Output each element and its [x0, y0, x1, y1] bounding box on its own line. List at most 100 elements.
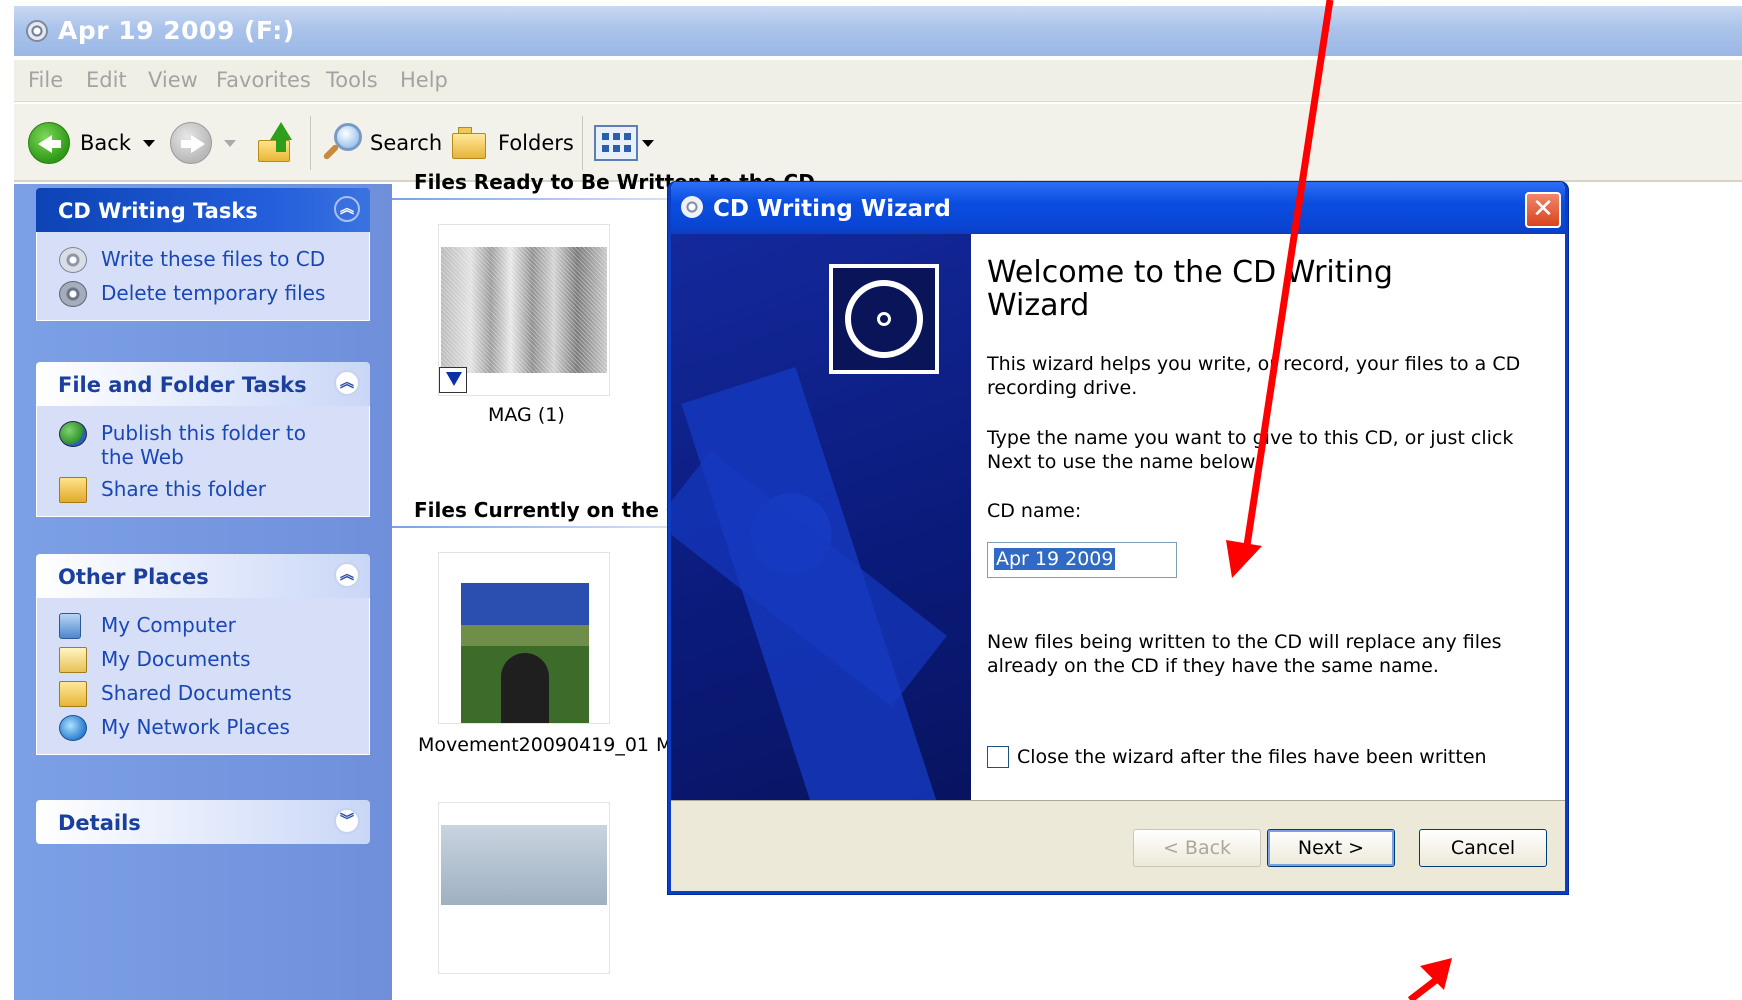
folders-icon	[450, 123, 492, 163]
other-places-group: Other Places ︽ My Computer My Documents …	[36, 554, 370, 755]
cancel-button[interactable]: Cancel	[1419, 829, 1547, 867]
up-folder-icon	[256, 122, 296, 164]
window-title: Apr 19 2009 (F:)	[58, 16, 295, 45]
task-label: Write these files to CD	[101, 247, 326, 271]
cd-writing-tasks-body: Write these files to CD Delete temporary…	[36, 232, 370, 321]
place-label: My Documents	[101, 647, 251, 671]
group-title: File and Folder Tasks	[58, 373, 307, 397]
menu-favorites[interactable]: Favorites	[216, 68, 311, 92]
menu-file[interactable]: File	[28, 68, 63, 92]
wizard-heading: Welcome to the CD Writing Wizard	[987, 255, 1393, 323]
file-name[interactable]: Movement20090419_01	[418, 734, 649, 756]
dialog-title: CD Writing Wizard	[713, 196, 951, 222]
network-places-icon	[59, 715, 87, 741]
wizard-footer: < Back Next > Cancel	[671, 800, 1565, 891]
cd-writing-tasks-group: CD Writing Tasks ︽ Write these files to …	[36, 188, 370, 321]
cd-name-label: CD name:	[987, 500, 1082, 522]
menu-bar: File Edit View Favorites Tools Help	[14, 60, 1742, 102]
my-computer-icon	[59, 613, 81, 639]
my-documents-icon	[59, 647, 87, 673]
folders-button[interactable]: Folders	[450, 122, 574, 164]
cd-delete-icon	[59, 281, 87, 307]
close-wizard-option[interactable]: Close the wizard after the files have be…	[987, 746, 1487, 768]
menu-edit[interactable]: Edit	[86, 68, 127, 92]
views-dropdown-icon[interactable]	[642, 139, 654, 147]
file-thumbnail[interactable]	[438, 802, 610, 974]
views-icon	[594, 125, 638, 161]
dialog-title-bar: CD Writing Wizard ✕	[671, 182, 1565, 234]
group-title: CD Writing Tasks	[58, 199, 258, 223]
up-folder-button[interactable]	[256, 122, 296, 164]
forward-button[interactable]	[170, 122, 236, 164]
wizard-instruction-text: Type the name you want to give to this C…	[987, 427, 1514, 473]
task-pane: CD Writing Tasks ︽ Write these files to …	[14, 184, 392, 1000]
place-label: My Computer	[101, 613, 236, 637]
collapse-chevron-icon[interactable]: ︽	[334, 196, 360, 222]
cd-write-icon	[59, 247, 87, 273]
back-button[interactable]: Back	[28, 122, 155, 164]
place-label: Shared Documents	[101, 681, 292, 705]
back-label: Back	[80, 131, 131, 155]
task-publish-folder-to-web[interactable]: Publish this folder to the Web	[37, 418, 337, 474]
menu-tools[interactable]: Tools	[326, 68, 378, 92]
menu-help[interactable]: Help	[400, 68, 448, 92]
file-thumbnail[interactable]	[438, 224, 610, 396]
title-bar: Apr 19 2009 (F:)	[14, 6, 1742, 56]
place-label: My Network Places	[101, 715, 290, 739]
collapse-chevron-icon[interactable]: ︽	[334, 562, 360, 588]
wizard-replace-note: New files being written to the CD will r…	[987, 631, 1502, 677]
file-and-folder-tasks-body: Publish this folder to the Web Share thi…	[36, 406, 370, 517]
expand-chevron-icon[interactable]: ︾	[334, 808, 360, 834]
folders-label: Folders	[498, 131, 574, 155]
task-label: Publish this folder to the Web	[101, 421, 306, 469]
wizard-content: Welcome to the CD Writing Wizard This wi…	[971, 234, 1565, 800]
place-my-computer[interactable]: My Computer	[37, 610, 369, 644]
search-label: Search	[370, 131, 443, 155]
place-my-documents[interactable]: My Documents	[37, 644, 369, 678]
menu-view[interactable]: View	[148, 68, 198, 92]
file-name[interactable]: MAG (1)	[488, 404, 565, 426]
group-title: Details	[58, 811, 141, 835]
photo-thumbnail	[461, 583, 589, 723]
views-button[interactable]	[594, 122, 654, 164]
toolbar-separator	[582, 116, 583, 170]
wizard-intro-text: This wizard helps you write, or record, …	[987, 353, 1521, 399]
close-button[interactable]: ✕	[1525, 192, 1561, 228]
back-button-disabled[interactable]: < Back	[1133, 829, 1261, 867]
cd-writing-tasks-header[interactable]: CD Writing Tasks ︽	[36, 188, 370, 232]
forward-dropdown-icon[interactable]	[224, 139, 236, 147]
cd-drive-icon	[26, 20, 48, 42]
file-and-folder-tasks-group: File and Folder Tasks ︽ Publish this fol…	[36, 362, 370, 517]
file-thumbnail[interactable]	[438, 552, 610, 724]
file-and-folder-tasks-header[interactable]: File and Folder Tasks ︽	[36, 362, 370, 406]
search-icon	[320, 121, 364, 165]
back-dropdown-icon[interactable]	[142, 139, 155, 147]
back-arrow-icon	[28, 122, 70, 164]
place-my-network-places[interactable]: My Network Places	[37, 712, 369, 746]
wizard-banner	[671, 234, 971, 852]
photo-thumbnail	[441, 825, 607, 905]
task-write-files-to-cd[interactable]: Write these files to CD	[37, 244, 369, 278]
details-header[interactable]: Details ︾	[36, 800, 370, 844]
task-delete-temporary-files[interactable]: Delete temporary files	[37, 278, 369, 312]
files-current-header: Files Currently on the CD	[414, 498, 698, 522]
cd-writing-wizard-dialog: CD Writing Wizard ✕ Welcome to the CD Wr…	[668, 182, 1568, 894]
other-places-body: My Computer My Documents Shared Document…	[36, 598, 370, 755]
share-folder-icon	[59, 477, 87, 503]
forward-arrow-icon	[170, 122, 212, 164]
toolbar: Back Search Folders	[14, 104, 1742, 182]
publish-web-icon	[59, 421, 87, 447]
task-share-this-folder[interactable]: Share this folder	[37, 474, 369, 508]
cd-name-input[interactable]: Apr 19 2009	[987, 542, 1177, 578]
collapse-chevron-icon[interactable]: ︽	[334, 370, 360, 396]
close-wizard-label: Close the wizard after the files have be…	[1017, 746, 1487, 768]
place-shared-documents[interactable]: Shared Documents	[37, 678, 369, 712]
next-button[interactable]: Next >	[1267, 829, 1395, 867]
task-label: Share this folder	[101, 477, 266, 501]
close-wizard-checkbox[interactable]	[987, 746, 1009, 768]
search-button[interactable]: Search	[320, 122, 442, 164]
task-label: Delete temporary files	[101, 281, 326, 305]
other-places-header[interactable]: Other Places ︽	[36, 554, 370, 598]
shared-documents-icon	[59, 681, 87, 707]
details-group: Details ︾	[36, 800, 370, 844]
